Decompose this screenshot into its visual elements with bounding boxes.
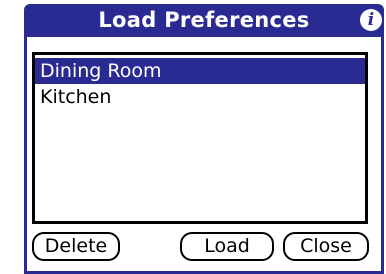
list-item-kitchen[interactable]: Kitchen [35, 84, 365, 110]
list-item-dining-room[interactable]: Dining Room [35, 58, 365, 84]
load-preferences-dialog: Load Preferences i Dining Room Kitchen D… [0, 0, 386, 274]
close-button[interactable]: Close [283, 232, 369, 261]
info-icon[interactable]: i [360, 9, 382, 31]
dialog-title: Load Preferences [98, 8, 310, 32]
delete-button[interactable]: Delete [32, 232, 120, 261]
dialog-titlebar: Load Preferences i [24, 4, 384, 37]
load-button[interactable]: Load [180, 232, 274, 261]
preferences-list[interactable]: Dining Room Kitchen [32, 52, 368, 224]
